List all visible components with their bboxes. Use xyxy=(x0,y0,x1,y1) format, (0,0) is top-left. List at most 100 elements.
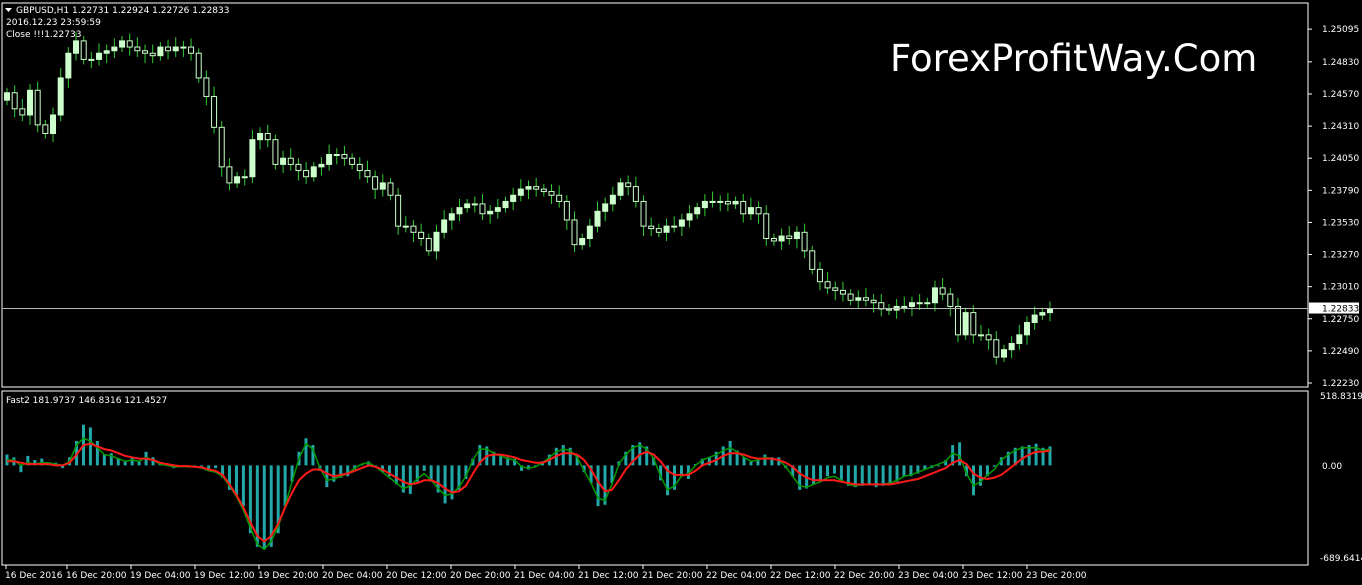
candle-body xyxy=(571,219,578,246)
time-tick-label: 20 Dec 12:00 xyxy=(386,571,447,581)
candle-body xyxy=(65,52,72,79)
candle-body xyxy=(878,302,885,310)
candle-body xyxy=(1008,342,1015,351)
candle-body xyxy=(709,200,716,203)
candle-body xyxy=(379,182,386,190)
histogram-bar xyxy=(408,465,412,494)
candle-body xyxy=(149,52,156,57)
time-tick-label: 21 Dec 04:00 xyxy=(514,571,575,581)
price-tick-label: 1.24570 xyxy=(1322,90,1359,100)
candle-body xyxy=(1047,308,1053,314)
candle-body xyxy=(19,108,26,116)
candle-body xyxy=(740,200,747,215)
time-tick-label: 23 Dec 04:00 xyxy=(898,571,959,581)
candle-body xyxy=(103,50,110,54)
candle-body xyxy=(349,157,356,165)
histogram-bar xyxy=(812,465,816,485)
histogram-bar xyxy=(992,465,996,467)
time-tick-label: 21 Dec 20:00 xyxy=(642,571,703,581)
candle-body xyxy=(556,194,563,202)
candle-body xyxy=(318,163,325,168)
candle-body xyxy=(686,213,693,221)
candle-body xyxy=(42,124,49,135)
histogram-bar xyxy=(234,465,238,496)
candle-body xyxy=(1000,349,1007,358)
candle-body xyxy=(533,186,540,190)
candle-body xyxy=(563,200,570,221)
histogram-bar xyxy=(881,465,885,486)
candle-body xyxy=(333,154,340,157)
candle-body xyxy=(939,287,946,295)
candle-body xyxy=(671,225,678,228)
candle-body xyxy=(609,194,616,205)
candle-body xyxy=(924,302,931,305)
candle-body xyxy=(73,40,80,54)
histogram-bar xyxy=(241,465,245,507)
candle-body xyxy=(855,297,862,301)
histogram-bar xyxy=(88,427,92,466)
time-tick-label: 20 Dec 04:00 xyxy=(322,571,383,581)
candle-body xyxy=(27,89,34,116)
candle-body xyxy=(471,203,478,206)
candle-body xyxy=(786,235,793,239)
histogram-bar xyxy=(902,465,906,477)
candle-body xyxy=(241,176,248,179)
candle-body xyxy=(448,213,455,221)
candle-body xyxy=(203,77,210,97)
candle-body xyxy=(770,237,777,242)
candle-body xyxy=(847,293,854,301)
histogram-bar xyxy=(860,465,864,486)
candle-body xyxy=(341,154,348,159)
forex-chart: 1.25095 1.24830 1.24570 1.24310 1.24050 1.237… xyxy=(0,0,1362,585)
candle-body xyxy=(908,302,915,307)
histogram-bar xyxy=(958,442,962,466)
candle-body xyxy=(195,52,202,79)
histogram-bar xyxy=(19,465,23,473)
histogram-bar xyxy=(304,438,308,466)
price-tick-label: 1.23010 xyxy=(1322,283,1359,293)
time-tick-label: 23 Dec 12:00 xyxy=(962,571,1023,581)
candle-body xyxy=(287,157,294,165)
histogram-bar xyxy=(443,465,447,504)
candle-body xyxy=(50,114,57,135)
candle-body xyxy=(510,194,517,202)
price-tick-label: 1.22750 xyxy=(1322,315,1359,325)
price-tick-label: 1.23530 xyxy=(1322,218,1359,228)
candle-body xyxy=(724,200,731,205)
candle-body xyxy=(172,46,179,52)
candle-body xyxy=(602,203,609,212)
candle-body xyxy=(249,139,256,178)
candle-body xyxy=(57,77,64,116)
candle-body xyxy=(985,334,992,341)
candle-body xyxy=(916,302,923,305)
candle-body xyxy=(793,231,800,239)
candle-body xyxy=(617,182,624,196)
candle-body xyxy=(717,200,724,203)
time-tick-label: 19 Dec 20:00 xyxy=(258,571,319,581)
candle-body xyxy=(464,203,471,209)
candle-body xyxy=(211,95,218,128)
histogram-bar xyxy=(102,454,106,466)
time-tick-label: 19 Dec 04:00 xyxy=(130,571,191,581)
candle-body xyxy=(487,210,494,215)
candle-body xyxy=(410,225,417,233)
indicator-zero-label: 0.00 xyxy=(1322,462,1342,472)
price-tick-label: 1.23790 xyxy=(1322,186,1359,196)
candle-body xyxy=(870,299,877,304)
candle-body xyxy=(226,166,233,184)
candle-body xyxy=(755,207,762,215)
candle-body xyxy=(586,225,593,239)
candle-body xyxy=(1031,314,1038,323)
histogram-bar xyxy=(214,465,218,469)
candle-body xyxy=(816,268,823,283)
candle-body xyxy=(701,200,708,209)
candle-body xyxy=(34,89,41,126)
price-tick-label: 1.23270 xyxy=(1322,251,1359,261)
candle-body xyxy=(625,182,632,188)
candle-body xyxy=(663,225,670,233)
candle-body xyxy=(126,40,133,48)
histogram-bar xyxy=(867,465,871,485)
candle-body xyxy=(632,186,639,202)
candle-body xyxy=(88,58,95,61)
candle-body xyxy=(280,157,287,165)
